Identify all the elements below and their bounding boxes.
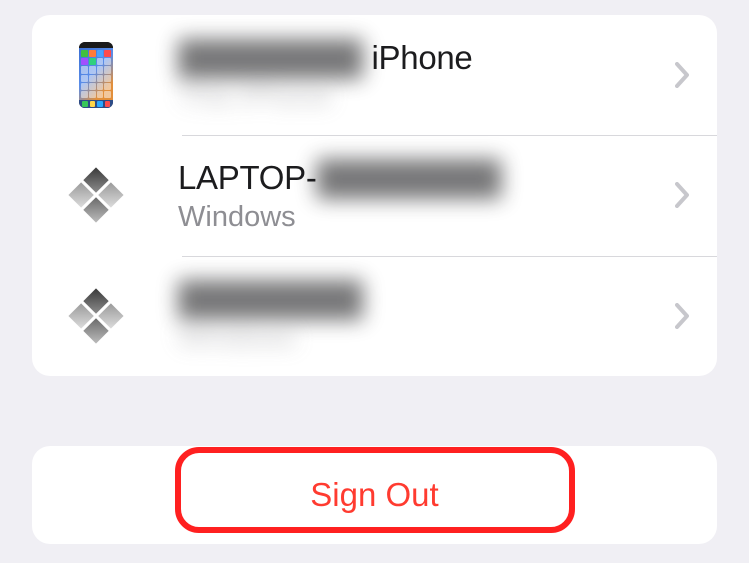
device-title: ████████ iPhone bbox=[178, 37, 667, 78]
device-list: ████████ iPhone This iPhone LAPTOP-█████… bbox=[32, 15, 717, 376]
device-row-laptop[interactable]: LAPTOP-████████ Windows bbox=[32, 135, 717, 255]
chevron-right-icon bbox=[667, 182, 697, 208]
iphone-icon bbox=[60, 42, 132, 108]
windows-icon bbox=[60, 291, 132, 341]
sign-out-button[interactable]: Sign Out bbox=[32, 454, 717, 536]
device-title: LAPTOP-████████ bbox=[178, 157, 667, 198]
windows-icon bbox=[60, 170, 132, 220]
chevron-right-icon bbox=[667, 62, 697, 88]
device-row-other[interactable]: ████████ Windows bbox=[32, 256, 717, 376]
device-subtitle: This iPhone bbox=[178, 80, 667, 113]
device-title: ████████ bbox=[178, 278, 667, 319]
chevron-right-icon bbox=[667, 303, 697, 329]
device-row-iphone[interactable]: ████████ iPhone This iPhone bbox=[32, 15, 717, 135]
device-subtitle: Windows bbox=[178, 321, 667, 354]
device-subtitle: Windows bbox=[178, 201, 667, 234]
signout-section: Sign Out bbox=[32, 446, 717, 544]
